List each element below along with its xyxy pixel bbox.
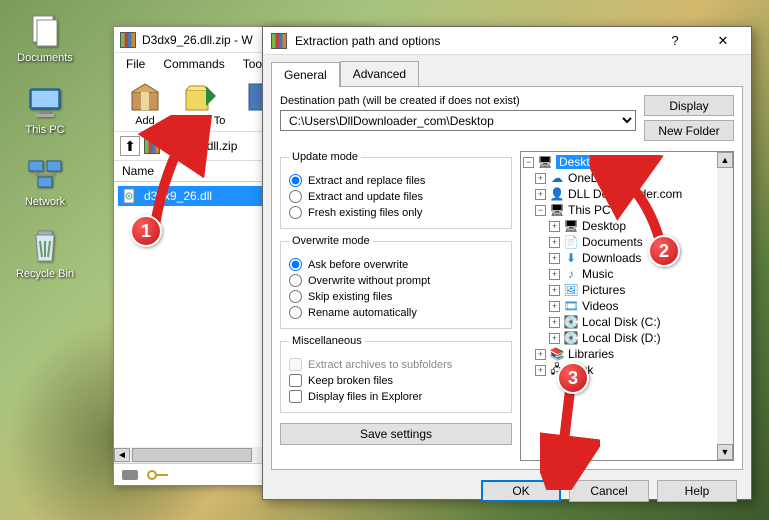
desktop-icons: Documents This PC Network Recycle Bin (10, 10, 80, 280)
radio-rename-auto[interactable]: Rename automatically (289, 306, 503, 319)
winrar-icon (120, 32, 136, 48)
dialog-icon (271, 33, 287, 49)
tab-body: Destination path (will be created if doe… (271, 86, 743, 470)
help-button[interactable]: ? (655, 27, 695, 55)
desktop-icon-documents[interactable]: Documents (10, 10, 80, 64)
desktop-icon-network[interactable]: Network (10, 154, 80, 208)
dialog-tabs: General Advanced (263, 55, 751, 86)
status-disk-icon (120, 468, 140, 482)
overwrite-mode-group: Overwrite mode Ask before overwrite Over… (280, 235, 512, 329)
help-button-bottom[interactable]: Help (657, 480, 737, 502)
destination-path-input[interactable]: C:\Users\DllDownloader_com\Desktop (280, 110, 636, 131)
dialog-titlebar[interactable]: Extraction path and options ? ✕ (263, 27, 751, 55)
tree-vertical-scrollbar[interactable]: ▲▼ (717, 152, 733, 460)
winrar-title-text: D3dx9_26.dll.zip - W (142, 33, 253, 47)
status-key-icon (146, 468, 170, 482)
check-display-explorer[interactable]: Display files in Explorer (289, 390, 503, 403)
radio-overwrite-noprompt[interactable]: Overwrite without prompt (289, 274, 503, 287)
tree-network[interactable]: +🖧work (521, 362, 733, 378)
tree-pictures[interactable]: +🖼Pictures (521, 282, 733, 298)
dialog-title-text: Extraction path and options (295, 34, 440, 48)
tab-general[interactable]: General (271, 62, 340, 87)
radio-ask-before[interactable]: Ask before overwrite (289, 258, 503, 271)
close-button[interactable]: ✕ (703, 27, 743, 55)
tree-videos[interactable]: +🎞Videos (521, 298, 733, 314)
annotation-step-2: 2 (648, 235, 680, 267)
tree-music[interactable]: +♪Music (521, 266, 733, 282)
radio-extract-replace[interactable]: Extract and replace files (289, 174, 503, 187)
menu-file[interactable]: File (118, 55, 153, 73)
check-keep-broken[interactable]: Keep broken files (289, 374, 503, 387)
tree-local-d[interactable]: +💽Local Disk (D:) (521, 330, 733, 346)
dialog-buttons: OK Cancel Help (263, 470, 751, 512)
tab-advanced[interactable]: Advanced (340, 61, 419, 86)
tree-local-c[interactable]: +💽Local Disk (C:) (521, 314, 733, 330)
radio-skip-existing[interactable]: Skip existing files (289, 290, 503, 303)
annotation-arrow-3 (540, 380, 600, 490)
update-mode-group: Update mode Extract and replace files Ex… (280, 151, 512, 229)
annotation-step-1: 1 (130, 215, 162, 247)
destination-label: Destination path (will be created if doe… (280, 95, 636, 107)
annotation-step-3: 3 (557, 362, 589, 394)
save-settings-button[interactable]: Save settings (280, 423, 512, 445)
misc-group: Miscellaneous Extract archives to subfol… (280, 335, 512, 413)
menu-commands[interactable]: Commands (155, 55, 232, 73)
radio-extract-update[interactable]: Extract and update files (289, 190, 503, 203)
check-subfolders[interactable]: Extract archives to subfolders (289, 358, 503, 371)
radio-fresh-only[interactable]: Fresh existing files only (289, 206, 503, 219)
desktop-icon-this-pc[interactable]: This PC (10, 82, 80, 136)
display-button[interactable]: Display (644, 95, 734, 116)
new-folder-button[interactable]: New Folder (644, 120, 734, 141)
desktop-icon-recycle-bin[interactable]: Recycle Bin (10, 226, 80, 280)
